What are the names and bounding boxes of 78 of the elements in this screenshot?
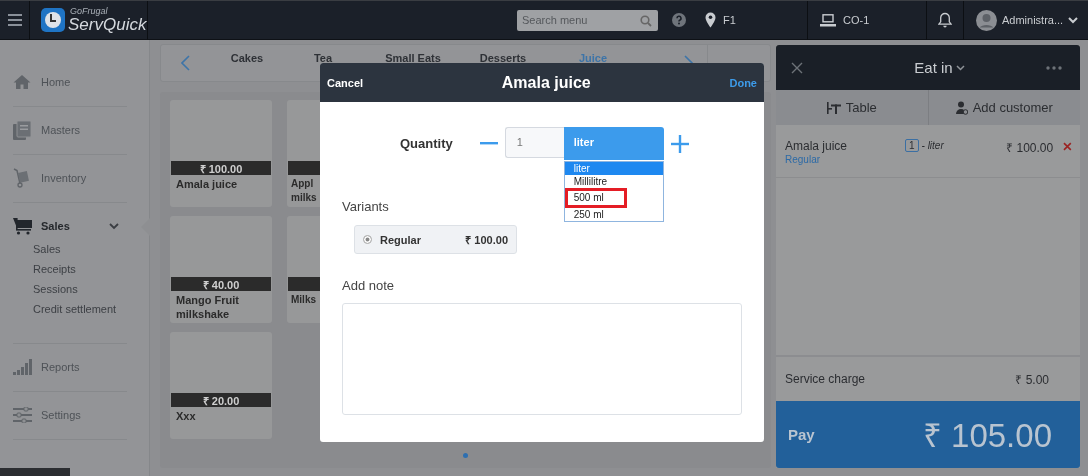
sliders-icon bbox=[13, 407, 32, 423]
cancel-button[interactable]: Cancel bbox=[327, 76, 364, 89]
product-price: ₹ 20.00 bbox=[202, 393, 240, 408]
submenu-item[interactable]: Sales bbox=[33, 239, 149, 259]
help-icon[interactable] bbox=[672, 13, 686, 27]
item-price: ₹ 100.00 bbox=[1005, 140, 1054, 156]
dialog-title: Amala juice bbox=[501, 73, 591, 92]
category-tab[interactable]: Desserts bbox=[458, 52, 548, 64]
order-mode-dropdown[interactable]: Eat in bbox=[914, 59, 965, 76]
chevron-down-icon bbox=[955, 64, 965, 71]
quantity-box[interactable]: 1 bbox=[904, 139, 919, 152]
search-icon bbox=[640, 14, 652, 27]
radio-button[interactable] bbox=[363, 235, 372, 244]
home-icon bbox=[13, 74, 31, 90]
product-name: Appl milks bbox=[290, 177, 318, 205]
brand-name: ServQuick bbox=[68, 16, 147, 33]
product-name: Xxx bbox=[175, 409, 197, 424]
category-tab[interactable]: Cakes bbox=[216, 52, 278, 64]
avatar-icon bbox=[976, 9, 997, 31]
bell-icon[interactable] bbox=[938, 12, 952, 28]
bar-chart-icon bbox=[13, 359, 32, 375]
charge-amount: ₹ 5.00 bbox=[1015, 371, 1049, 388]
monitor-icon bbox=[820, 13, 836, 27]
unit-option[interactable]: 250 ml bbox=[564, 208, 663, 221]
location-pin-icon bbox=[705, 12, 716, 28]
more-icon[interactable] bbox=[1046, 65, 1062, 70]
sidebar-item[interactable]: Masters bbox=[13, 120, 127, 140]
order-action-button[interactable]: Table bbox=[776, 90, 929, 125]
variant-option[interactable]: Regular ₹ 100.00 bbox=[354, 225, 517, 254]
product-name: Milks bbox=[290, 293, 317, 307]
done-button[interactable]: Done bbox=[729, 76, 757, 89]
plus-icon[interactable] bbox=[670, 135, 689, 153]
product-card[interactable]: ₹ 100.00 Amala juice bbox=[170, 100, 272, 207]
counter-label[interactable]: CO-1 bbox=[843, 14, 870, 26]
product-card[interactable]: ₹ 20.00 Xxx bbox=[170, 332, 272, 439]
submenu-item[interactable]: Credit settlement bbox=[33, 299, 149, 319]
brand-tagline: GoFrugal bbox=[69, 7, 109, 16]
product-price: ₹ 40.00 bbox=[202, 277, 240, 292]
hand-truck-icon bbox=[13, 168, 31, 188]
submenu-item[interactable]: Sessions bbox=[33, 279, 149, 299]
product-card[interactable]: ₹ 40.00 Mango Fruit milkshake bbox=[170, 216, 272, 323]
quantity-field[interactable]: 1 bbox=[504, 127, 564, 158]
unit-option[interactable]: Millilitre bbox=[564, 175, 663, 188]
submenu-item[interactable]: Receipts bbox=[33, 259, 149, 279]
item-unit: - liter bbox=[921, 140, 944, 151]
note-label: Add note bbox=[342, 278, 396, 293]
location-label[interactable]: F1 bbox=[723, 14, 736, 26]
charge-label: Service charge bbox=[785, 372, 866, 386]
pay-button[interactable]: Pay ₹ 105.00 bbox=[776, 401, 1080, 468]
sidebar-item[interactable]: Inventory bbox=[13, 168, 127, 188]
product-name: Amala juice bbox=[175, 177, 239, 192]
category-tab[interactable]: Small Eats bbox=[368, 52, 458, 64]
documents-icon bbox=[13, 120, 31, 140]
page-dot[interactable] bbox=[463, 453, 468, 458]
cart-icon bbox=[13, 217, 32, 235]
close-icon[interactable] bbox=[791, 61, 803, 74]
product-name: Mango Fruit milkshake bbox=[175, 293, 240, 322]
search-field[interactable]: Search menu bbox=[517, 9, 658, 31]
remove-icon[interactable] bbox=[1063, 142, 1072, 151]
footer-bar bbox=[0, 468, 70, 476]
sidebar-item[interactable]: Settings bbox=[13, 405, 127, 425]
category-tab[interactable]: Tea bbox=[278, 52, 368, 64]
unit-option[interactable]: liter bbox=[564, 162, 663, 175]
item-name: Amala juice bbox=[785, 139, 849, 153]
minus-icon[interactable] bbox=[479, 142, 498, 145]
product-price: ₹ 100.00 bbox=[199, 161, 243, 176]
order-action-button[interactable]: Add customer bbox=[928, 90, 1080, 125]
note-field[interactable] bbox=[342, 303, 742, 415]
unit-option[interactable]: 500 ml bbox=[564, 188, 627, 208]
add-user-icon bbox=[955, 100, 968, 115]
table-icon bbox=[826, 101, 841, 114]
sidebar-item[interactable]: Reports bbox=[13, 357, 127, 377]
quantity-label: Quantity bbox=[400, 136, 453, 151]
user-name[interactable]: Administra... bbox=[1002, 14, 1064, 26]
unit-dropdown[interactable]: liter bbox=[563, 127, 664, 160]
sidebar-item[interactable]: Sales bbox=[13, 216, 127, 236]
sidebar-item[interactable]: Home bbox=[13, 72, 127, 92]
clock-logo-icon bbox=[41, 8, 65, 32]
